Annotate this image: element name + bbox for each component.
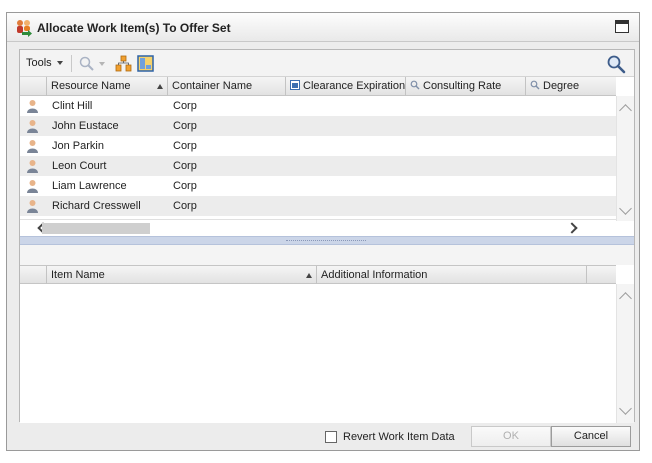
resource-name-cell: John Eustace bbox=[52, 120, 119, 132]
person-icon bbox=[27, 160, 38, 173]
column-label: Resource Name bbox=[51, 80, 131, 92]
column-label: Consulting Rate bbox=[423, 80, 502, 92]
table-row[interactable]: John Eustace Corp bbox=[20, 116, 616, 136]
table-row[interactable]: Leon Court Corp bbox=[20, 156, 616, 176]
person-icon bbox=[27, 120, 38, 133]
search-icon[interactable] bbox=[606, 54, 626, 74]
column-clearance-expiration[interactable]: Clearance Expiration bbox=[286, 77, 406, 96]
resource-grid-horizontal-scrollbar[interactable] bbox=[20, 219, 616, 236]
scrollbar-thumb[interactable] bbox=[42, 223, 150, 234]
maximize-icon[interactable] bbox=[615, 20, 629, 33]
search-icon bbox=[530, 80, 540, 90]
allocate-dialog: Allocate Work Item(s) To Offer Set Tools bbox=[6, 12, 640, 451]
cancel-button[interactable]: Cancel bbox=[551, 426, 631, 447]
toolbar: Tools bbox=[20, 50, 634, 77]
person-icon bbox=[27, 180, 38, 193]
resource-grid-header: Resource Name Container Name Clearance E… bbox=[20, 77, 616, 96]
org-chart-icon[interactable] bbox=[115, 55, 132, 72]
chevron-right-icon[interactable] bbox=[566, 222, 578, 234]
container-name-cell: Corp bbox=[173, 120, 197, 132]
column-label: Item Name bbox=[51, 269, 105, 281]
title-bar[interactable]: Allocate Work Item(s) To Offer Set bbox=[7, 13, 639, 42]
column-container-name[interactable]: Container Name bbox=[168, 77, 286, 96]
resource-name-cell: Liam Lawrence bbox=[52, 180, 127, 192]
ok-button[interactable]: OK bbox=[471, 426, 551, 447]
dialog-title: Allocate Work Item(s) To Offer Set bbox=[37, 21, 231, 35]
splitter-grip[interactable] bbox=[286, 240, 366, 242]
column-label: Additional Information bbox=[321, 269, 428, 281]
container-name-cell: Corp bbox=[173, 140, 197, 152]
column-item-name[interactable]: Item Name bbox=[47, 266, 317, 285]
column-label: Container Name bbox=[172, 80, 253, 92]
container-name-cell: Corp bbox=[173, 180, 197, 192]
resource-name-cell: Clint Hill bbox=[52, 100, 93, 112]
layout-panel-icon[interactable] bbox=[137, 55, 154, 72]
column-resource-name[interactable]: Resource Name bbox=[47, 77, 168, 96]
calendar-icon bbox=[290, 80, 300, 90]
item-grid-body bbox=[20, 284, 616, 423]
pane-gap bbox=[20, 245, 634, 265]
resource-grid-body: Clint Hill Corp John Eustace Corp Jon Pa… bbox=[20, 96, 616, 219]
dialog-footer: Revert Work Item Data OK Cancel bbox=[7, 425, 639, 451]
item-grid-header: Item Name Additional Information bbox=[20, 265, 616, 285]
allocate-work-item-icon bbox=[17, 20, 32, 37]
column-label: Clearance Expiration bbox=[303, 80, 406, 92]
search-icon bbox=[410, 80, 420, 90]
main-panel: Tools Resource Name Container Name Clear… bbox=[19, 49, 635, 423]
resource-name-cell: Jon Parkin bbox=[52, 140, 104, 152]
toolbar-divider bbox=[71, 55, 72, 72]
resource-grid-vertical-scrollbar[interactable] bbox=[616, 96, 634, 221]
chevron-up-icon[interactable] bbox=[619, 292, 632, 305]
person-icon bbox=[27, 200, 38, 213]
column-additional-information[interactable]: Additional Information bbox=[317, 266, 587, 285]
person-icon bbox=[27, 100, 38, 113]
container-name-cell: Corp bbox=[173, 160, 197, 172]
table-row[interactable]: Liam Lawrence Corp bbox=[20, 176, 616, 196]
zoom-filter-icon[interactable] bbox=[78, 55, 95, 72]
sort-ascending-icon bbox=[306, 273, 312, 278]
chevron-down-icon[interactable] bbox=[57, 61, 63, 65]
resource-name-cell: Richard Cresswell bbox=[52, 200, 141, 212]
item-grid-vertical-scrollbar[interactable] bbox=[616, 284, 634, 423]
table-row[interactable]: Jon Parkin Corp bbox=[20, 136, 616, 156]
column-consulting-rate[interactable]: Consulting Rate bbox=[406, 77, 526, 96]
table-row[interactable]: Richard Cresswell Corp bbox=[20, 196, 616, 216]
container-name-cell: Corp bbox=[173, 100, 197, 112]
icon-column-header bbox=[20, 77, 47, 96]
column-label: Degree bbox=[543, 80, 580, 92]
revert-work-item-data-checkbox[interactable] bbox=[325, 431, 337, 443]
chevron-down-icon[interactable] bbox=[619, 202, 632, 215]
table-row[interactable]: Clint Hill Corp bbox=[20, 96, 616, 116]
sort-ascending-icon bbox=[157, 84, 163, 89]
icon-column-header bbox=[20, 266, 47, 285]
pane-splitter[interactable] bbox=[20, 236, 634, 245]
person-icon bbox=[27, 140, 38, 153]
chevron-up-icon[interactable] bbox=[619, 104, 632, 117]
chevron-down-icon[interactable] bbox=[619, 402, 632, 415]
container-name-cell: Corp bbox=[173, 200, 197, 212]
chevron-down-icon[interactable] bbox=[99, 62, 105, 66]
revert-work-item-data-label[interactable]: Revert Work Item Data bbox=[343, 431, 455, 443]
resource-name-cell: Leon Court bbox=[52, 160, 107, 172]
tools-menu-button[interactable]: Tools bbox=[26, 57, 52, 69]
column-degree[interactable]: Degree bbox=[526, 77, 616, 96]
